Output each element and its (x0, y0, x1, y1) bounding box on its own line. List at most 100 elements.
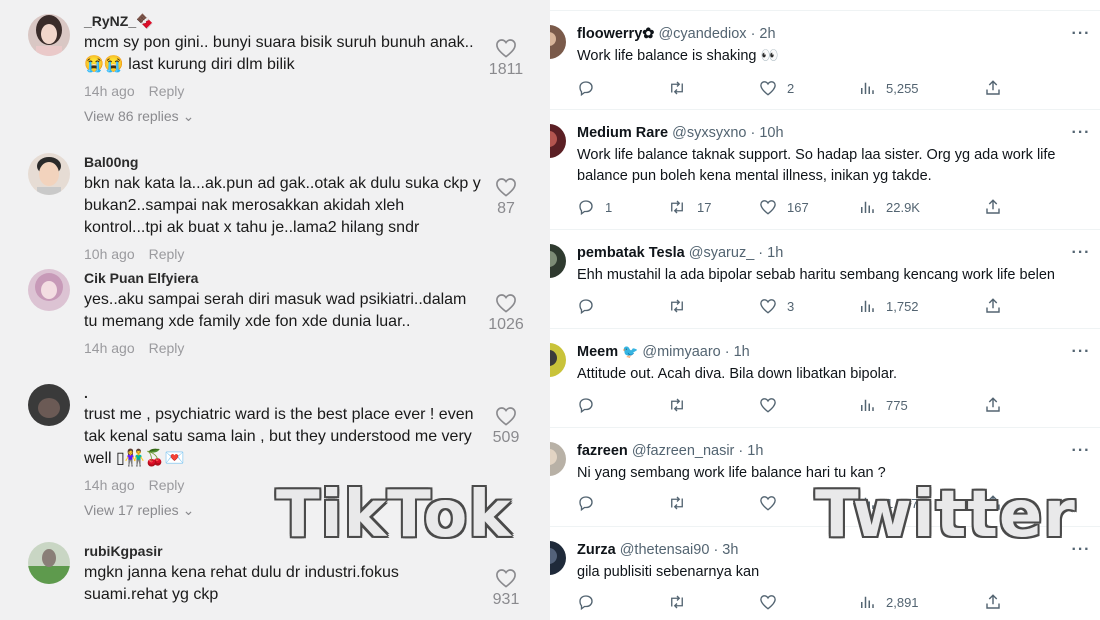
handle[interactable]: @syxsyxno (672, 125, 746, 141)
comment-username[interactable]: _RyNZ_🍫 (84, 12, 484, 30)
like-button[interactable]: 167 (759, 198, 809, 216)
bar-chart-icon (861, 300, 874, 312)
retweet-icon (671, 200, 683, 214)
tweet-time[interactable]: · 1h (738, 443, 763, 459)
retweet-button[interactable] (667, 593, 697, 611)
handle[interactable]: @fazreen_nasir (632, 443, 735, 459)
tweet[interactable]: Meem 🐦 @mimyaaro · 1h ··· Attitude out. … (550, 328, 1100, 427)
avatar[interactable] (550, 343, 566, 377)
views-button[interactable]: 5,255 (858, 79, 919, 97)
avatar[interactable] (550, 244, 566, 278)
retweet-icon (671, 595, 683, 609)
share-button[interactable] (984, 198, 1012, 216)
avatar[interactable] (550, 124, 566, 158)
heart-icon (496, 294, 516, 313)
avatar[interactable] (550, 442, 566, 476)
tweet-header: Meem 🐦 @mimyaaro · 1h (577, 343, 1057, 361)
like-button[interactable]: 1811 (481, 38, 531, 79)
tweet-text: Attitude out. Acah diva. Bila down libat… (577, 366, 898, 382)
more-options-icon[interactable]: ··· (1071, 442, 1091, 460)
share-icon (986, 397, 1000, 412)
display-name[interactable]: Medium Rare (577, 125, 668, 141)
retweet-button[interactable] (667, 79, 697, 97)
chevron-down-icon: ⌄ (182, 108, 195, 124)
like-button[interactable] (759, 593, 787, 611)
avatar[interactable] (28, 153, 70, 195)
retweet-button[interactable] (667, 494, 697, 512)
display-name[interactable]: Zurza (577, 542, 616, 558)
like-button[interactable]: 2 (759, 79, 794, 97)
reply-link[interactable]: Reply (149, 83, 185, 99)
like-count: 167 (787, 199, 809, 215)
views-button[interactable]: 1,752 (858, 297, 919, 315)
tweet-time[interactable]: · 2h (751, 26, 776, 42)
tweet[interactable]: Medium Rare @syxsyxno · 10h ··· Work lif… (550, 109, 1100, 229)
like-button[interactable]: 931 (481, 568, 531, 609)
like-button[interactable]: 1026 (481, 293, 531, 334)
avatar[interactable] (28, 14, 70, 56)
comment-time: 14h ago (84, 477, 135, 493)
reply-button[interactable]: 1 (577, 198, 612, 216)
tweet-time[interactable]: · 1h (725, 344, 750, 360)
avatar[interactable] (28, 269, 70, 311)
tweet-time[interactable]: · 10h (750, 125, 783, 141)
avatar[interactable] (28, 542, 70, 584)
like-count: 87 (497, 200, 515, 217)
bird-badge-icon: 🐦 (622, 344, 639, 359)
avatar[interactable] (28, 384, 70, 426)
display-name[interactable]: pembatak Tesla (577, 245, 685, 261)
display-name[interactable]: fazreen (577, 443, 628, 459)
more-options-icon[interactable]: ··· (1071, 244, 1091, 262)
more-options-icon[interactable]: ··· (1071, 25, 1091, 43)
reply-button[interactable] (577, 593, 605, 611)
share-button[interactable] (984, 297, 1012, 315)
views-button[interactable]: 775 (858, 396, 908, 414)
heart-icon (496, 39, 516, 58)
comment-username[interactable]: . (84, 384, 484, 402)
views-button[interactable]: 22.9K (858, 198, 920, 216)
comment-username[interactable]: Bal00ng (84, 153, 484, 171)
retweet-button[interactable]: 17 (667, 198, 711, 216)
tweet-time[interactable]: · 3h (713, 542, 738, 558)
retweet-button[interactable] (667, 297, 697, 315)
tweet[interactable]: floowerry✿ @cyandediox · 2h ··· Work lif… (550, 10, 1100, 109)
share-button[interactable] (984, 396, 1012, 414)
handle[interactable]: @thetensai90 (620, 542, 710, 558)
reply-button[interactable] (577, 396, 605, 414)
comment-username[interactable]: Cik Puan Elfyiera (84, 269, 484, 287)
view-replies-link[interactable]: View 86 replies ⌄ (84, 107, 484, 125)
more-options-icon[interactable]: ··· (1071, 343, 1091, 361)
more-options-icon[interactable]: ··· (1071, 124, 1091, 142)
comment-meta: 14h ago Reply (84, 339, 484, 357)
share-button[interactable] (984, 593, 1012, 611)
tiktok-watermark: TikTok (276, 478, 512, 552)
view-count: 22.9K (886, 199, 920, 215)
display-name[interactable]: Meem (577, 344, 618, 360)
like-button[interactable]: 509 (481, 406, 531, 447)
avatar[interactable] (550, 541, 566, 575)
reply-button[interactable] (577, 297, 605, 315)
handle[interactable]: @cyandediox (658, 26, 746, 42)
share-button[interactable] (984, 79, 1012, 97)
reply-link[interactable]: Reply (149, 477, 185, 493)
like-button[interactable] (759, 396, 787, 414)
views-button[interactable]: 2,891 (858, 593, 919, 611)
display-name[interactable]: floowerry✿ (577, 26, 654, 42)
avatar[interactable] (550, 25, 566, 59)
share-icon (986, 298, 1000, 313)
handle[interactable]: @mimyaaro (642, 344, 720, 360)
tweet[interactable]: pembatak Tesla @syaruz_ · 1h ··· Ehh mus… (550, 229, 1100, 328)
tweet-time[interactable]: · 1h (758, 245, 783, 261)
reply-link[interactable]: Reply (149, 246, 185, 262)
reply-link[interactable]: Reply (149, 340, 185, 356)
reply-button[interactable] (577, 79, 605, 97)
reply-button[interactable] (577, 494, 605, 512)
heart-icon (760, 496, 776, 511)
handle[interactable]: @syaruz_ (689, 245, 755, 261)
like-button[interactable]: 87 (481, 177, 531, 218)
like-button[interactable]: 3 (759, 297, 794, 315)
reply-icon (579, 496, 593, 512)
retweet-button[interactable] (667, 396, 697, 414)
like-button[interactable] (759, 494, 787, 512)
comment-text: trust me , psychiatric ward is the best … (84, 406, 474, 467)
